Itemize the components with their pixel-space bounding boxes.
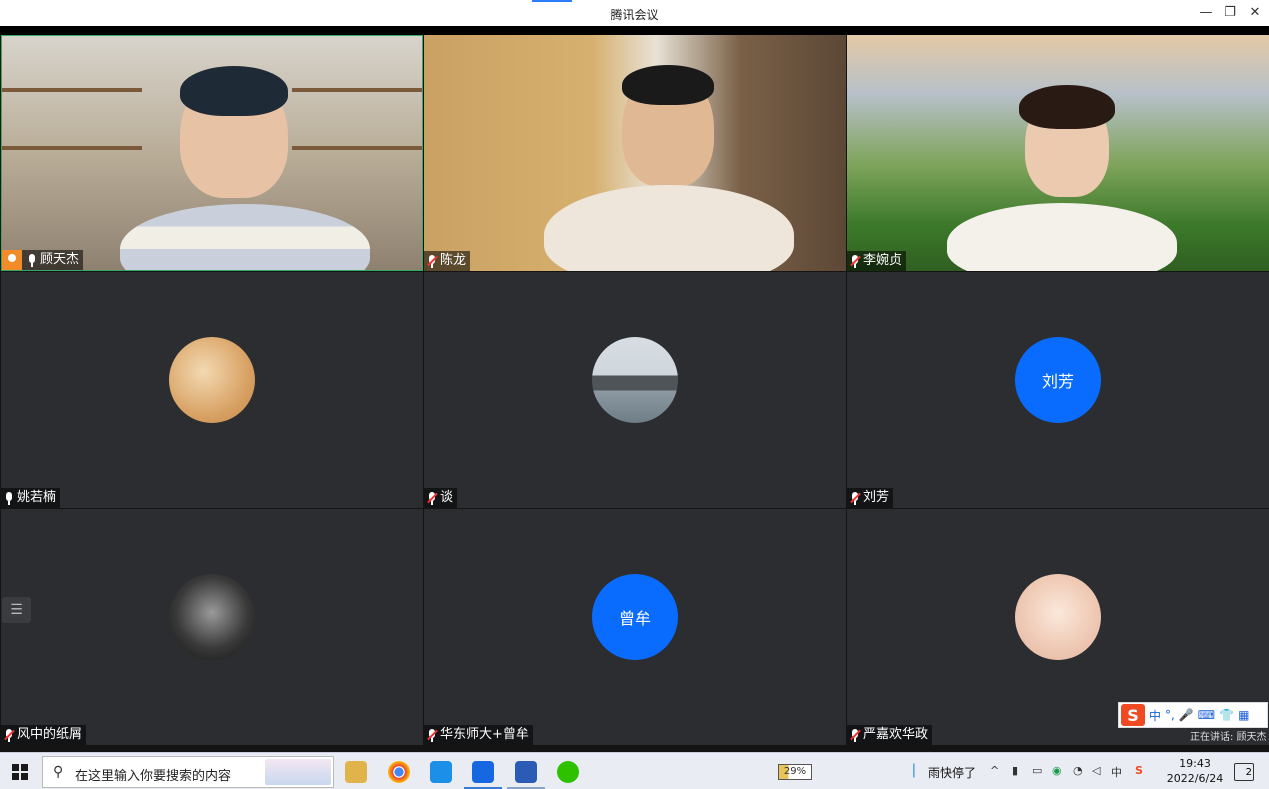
- notification-icon[interactable]: 2: [1234, 763, 1254, 781]
- security-tray-icon[interactable]: ◉: [1052, 764, 1062, 777]
- participant-hair: [1019, 85, 1115, 129]
- close-button[interactable]: ✕: [1245, 4, 1265, 22]
- bookshelf: [292, 146, 422, 150]
- participant-nametag: 刘芳: [847, 488, 894, 508]
- word-icon[interactable]: [515, 761, 537, 783]
- mic-off-icon: [426, 491, 438, 505]
- system-clock[interactable]: 19:43 2022/6/24: [1163, 756, 1227, 786]
- participant-nametag: 陈龙: [424, 251, 471, 271]
- shiba-avatar: [169, 337, 255, 423]
- restore-button[interactable]: ❐: [1220, 4, 1240, 22]
- participant-name: 华东师大+曾牟: [440, 727, 529, 742]
- chevron-up-icon[interactable]: ^: [990, 764, 999, 777]
- mic-off-icon: [426, 728, 438, 742]
- mic-on-icon: [26, 253, 38, 267]
- chrome-icon[interactable]: [388, 761, 410, 783]
- participant-shirt: [120, 204, 370, 270]
- participant-nametag: 严嘉欢华政: [847, 725, 933, 745]
- portrait-avatar: [169, 574, 255, 660]
- bookshelf: [2, 146, 142, 150]
- mic-off-icon: [3, 728, 15, 742]
- tencent-meeting-icon[interactable]: [472, 761, 494, 783]
- mic-on-icon: [3, 491, 15, 505]
- ime-mic-icon[interactable]: 🎤: [1179, 708, 1194, 722]
- participant-name: 陈龙: [440, 253, 467, 268]
- avatar-tile-8[interactable]: 曾牟 华东师大+曾牟: [424, 509, 846, 745]
- submarine-avatar: [592, 337, 678, 423]
- participant-name: 姚若楠: [17, 490, 57, 505]
- clock-date: 2022/6/24: [1166, 772, 1224, 785]
- participant-hair: [180, 66, 288, 116]
- participant-shirt: [947, 203, 1177, 271]
- ime-skin-icon[interactable]: 👕: [1219, 708, 1234, 722]
- ime-punct[interactable]: °,: [1165, 708, 1175, 722]
- avatar-tile-7[interactable]: 风中的纸屑: [1, 509, 423, 745]
- participant-nametag: 华东师大+曾牟: [424, 725, 533, 745]
- avatar-tile-5[interactable]: 谈: [424, 272, 846, 508]
- taskbar-search-box[interactable]: ⚲ 在这里输入你要搜索的内容: [42, 756, 334, 788]
- mic-off-icon: [849, 254, 861, 268]
- video-grid: 顾天杰 陈龙 李婉贞 姚若楠 谈 刘芳 刘芳 风中的纸屑 曾牟 华东师大+曾牟 …: [0, 26, 1269, 752]
- participant-nametag: 姚若楠: [1, 488, 61, 508]
- video-tile-1[interactable]: 顾天杰: [1, 35, 423, 271]
- minimize-button[interactable]: —: [1196, 4, 1216, 22]
- participant-name: 李婉贞: [863, 253, 903, 268]
- ime-mode[interactable]: 中: [1149, 707, 1161, 724]
- search-icon: ⚲: [53, 764, 64, 780]
- text-avatar: 刘芳: [1015, 337, 1101, 423]
- participant-hair: [622, 65, 714, 105]
- participant-nametag: 风中的纸屑: [1, 725, 87, 745]
- anime-avatar: [1015, 574, 1101, 660]
- ime-grid-icon[interactable]: ▦: [1238, 708, 1249, 722]
- participant-name: 严嘉欢华政: [863, 727, 929, 742]
- text-avatar: 曾牟: [592, 574, 678, 660]
- participant-name: 顾天杰: [40, 252, 80, 267]
- search-placeholder: 在这里输入你要搜索的内容: [75, 769, 232, 784]
- battery-tray-icon[interactable]: ▭: [1032, 764, 1042, 777]
- ime-toolbar[interactable]: S 中 °, 🎤 ⌨ 👕 ▦: [1118, 702, 1268, 728]
- weather-icon[interactable]: ❘: [908, 762, 920, 778]
- battery-indicator[interactable]: 29%: [778, 764, 812, 780]
- host-icon: [2, 250, 22, 270]
- ime-keyboard-icon[interactable]: ⌨: [1198, 708, 1215, 722]
- mic-tray-icon[interactable]: ▮: [1012, 764, 1018, 777]
- search-highlight-art: [265, 759, 331, 785]
- windows-taskbar: ⚲ 在这里输入你要搜索的内容 29% ❘ 雨快停了 ^ ▮ ▭ ◉ ◔ ◁ 中 …: [0, 752, 1269, 789]
- sogou-logo-icon[interactable]: S: [1121, 704, 1145, 726]
- participant-name: 风中的纸屑: [17, 727, 83, 742]
- app-icon[interactable]: [430, 761, 452, 783]
- speaking-indicator: 正在讲话: 顾天杰: [1190, 732, 1267, 743]
- window-title: 腾讯会议: [610, 8, 659, 22]
- avatar-tile-6[interactable]: 刘芳 刘芳: [847, 272, 1269, 508]
- participant-name: 刘芳: [863, 490, 890, 505]
- weather-text[interactable]: 雨快停了: [928, 764, 976, 781]
- participant-name: 谈: [440, 490, 454, 505]
- participant-nametag: 顾天杰: [2, 250, 84, 270]
- clock-time: 19:43: [1179, 757, 1211, 770]
- mic-off-icon: [849, 728, 861, 742]
- wechat-icon[interactable]: [557, 761, 579, 783]
- mic-off-icon: [849, 491, 861, 505]
- file-explorer-icon[interactable]: [345, 761, 367, 783]
- grid-top-bar: [0, 26, 1269, 35]
- wifi-icon[interactable]: ◔: [1073, 764, 1083, 777]
- mic-off-icon: [426, 254, 438, 268]
- windows-start-icon[interactable]: [12, 764, 28, 780]
- member-list-button[interactable]: ☰: [2, 597, 31, 623]
- participant-shirt: [544, 185, 794, 271]
- participant-nametag: 李婉贞: [847, 251, 907, 271]
- participant-nametag: 谈: [424, 488, 458, 508]
- video-tile-2[interactable]: 陈龙: [424, 35, 846, 271]
- volume-icon[interactable]: ◁: [1092, 764, 1100, 777]
- sogou-tray-icon[interactable]: S: [1135, 764, 1143, 777]
- avatar-tile-4[interactable]: 姚若楠: [1, 272, 423, 508]
- active-indicator: [532, 0, 572, 2]
- ime-tray-indicator[interactable]: 中: [1111, 764, 1122, 780]
- bookshelf: [292, 88, 422, 92]
- bookshelf: [2, 88, 142, 92]
- video-tile-3[interactable]: 李婉贞: [847, 35, 1269, 271]
- title-bar: 腾讯会议 — ❐ ✕: [0, 0, 1269, 26]
